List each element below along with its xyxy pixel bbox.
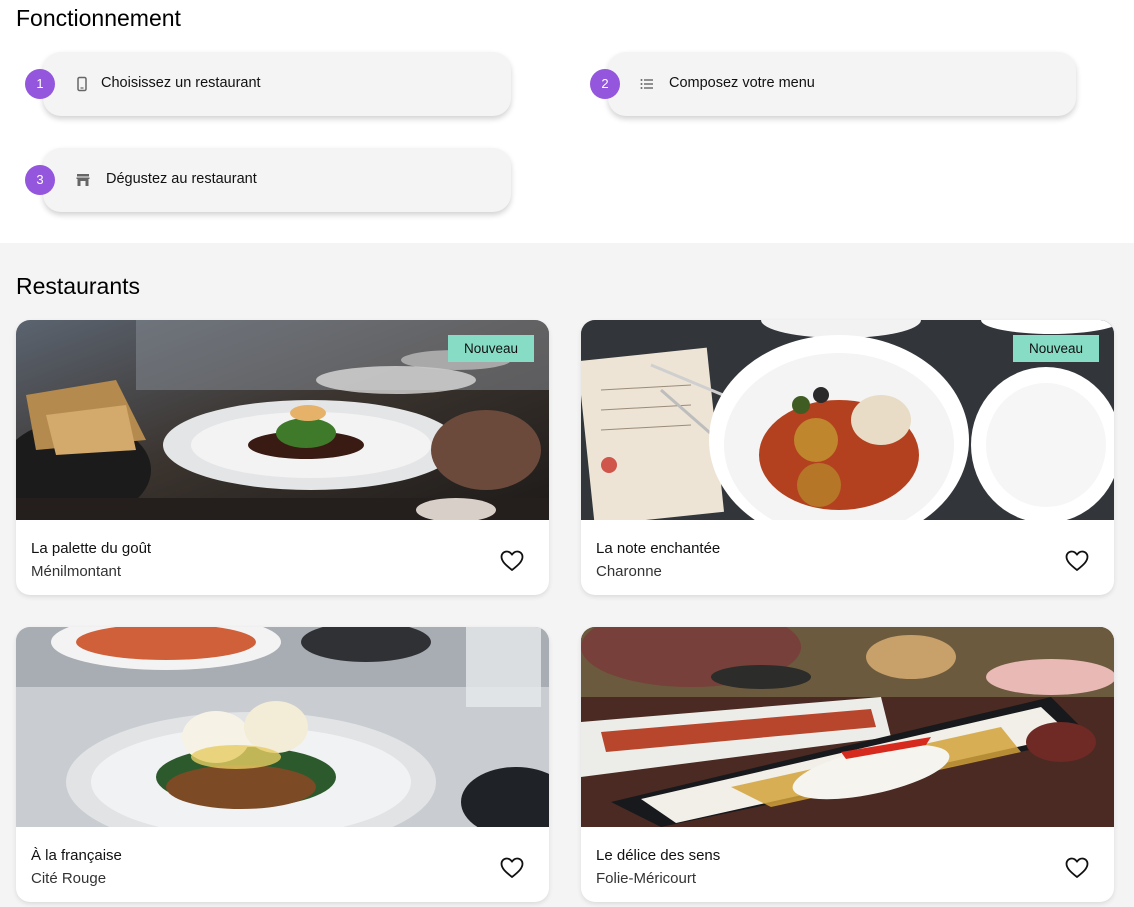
restaurants-section: Restaurants Nouveau La palette du goût M… [0, 243, 1134, 907]
phone-icon [74, 76, 90, 92]
new-badge: Nouveau [1012, 335, 1099, 362]
step-number-badge: 1 [25, 69, 55, 99]
new-badge: Nouveau [447, 335, 534, 362]
restaurant-name: À la française [31, 847, 122, 864]
how-it-works-title: Fonctionnement [16, 5, 181, 31]
restaurant-area: Charonne [596, 563, 662, 580]
restaurant-card[interactable]: À la française Cité Rouge [16, 627, 549, 902]
step-choose-restaurant: 1 Choisissez un restaurant [25, 52, 515, 118]
heart-outline-icon[interactable] [500, 550, 524, 572]
restaurant-area: Cité Rouge [31, 870, 107, 887]
how-it-works-section: Fonctionnement 1 Choisissez un restauran… [0, 0, 1134, 243]
restaurant-card[interactable]: Nouveau La note enchantée Charonne [581, 320, 1114, 595]
restaurant-area: Folie-Méricourt [596, 870, 697, 887]
step-label: Choisissez un restaurant [101, 75, 261, 91]
restaurant-area: Ménilmontant [31, 563, 122, 580]
step-compose-menu: 2 Composez votre menu [590, 52, 1080, 118]
restaurant-name: Le délice des sens [596, 847, 721, 864]
heart-outline-icon[interactable] [1065, 550, 1089, 572]
restaurant-photo [16, 627, 549, 827]
restaurant-card[interactable]: Le délice des sens Folie-Méricourt [581, 627, 1114, 902]
restaurant-card[interactable]: Nouveau La palette du goût Ménilmontant [16, 320, 549, 595]
list-icon [639, 76, 655, 92]
step-number-badge: 3 [25, 165, 55, 195]
heart-outline-icon[interactable] [1065, 857, 1089, 879]
restaurant-photo [581, 627, 1114, 827]
step-taste-at-restaurant: 3 Dégustez au restaurant [25, 148, 515, 214]
restaurant-name: La palette du goût [31, 540, 152, 557]
step-label: Dégustez au restaurant [106, 171, 257, 187]
step-number-badge: 2 [590, 69, 620, 99]
restaurant-name: La note enchantée [596, 540, 721, 557]
restaurants-title: Restaurants [16, 273, 141, 299]
store-icon [75, 172, 91, 188]
heart-outline-icon[interactable] [500, 857, 524, 879]
step-label: Composez votre menu [669, 75, 815, 91]
